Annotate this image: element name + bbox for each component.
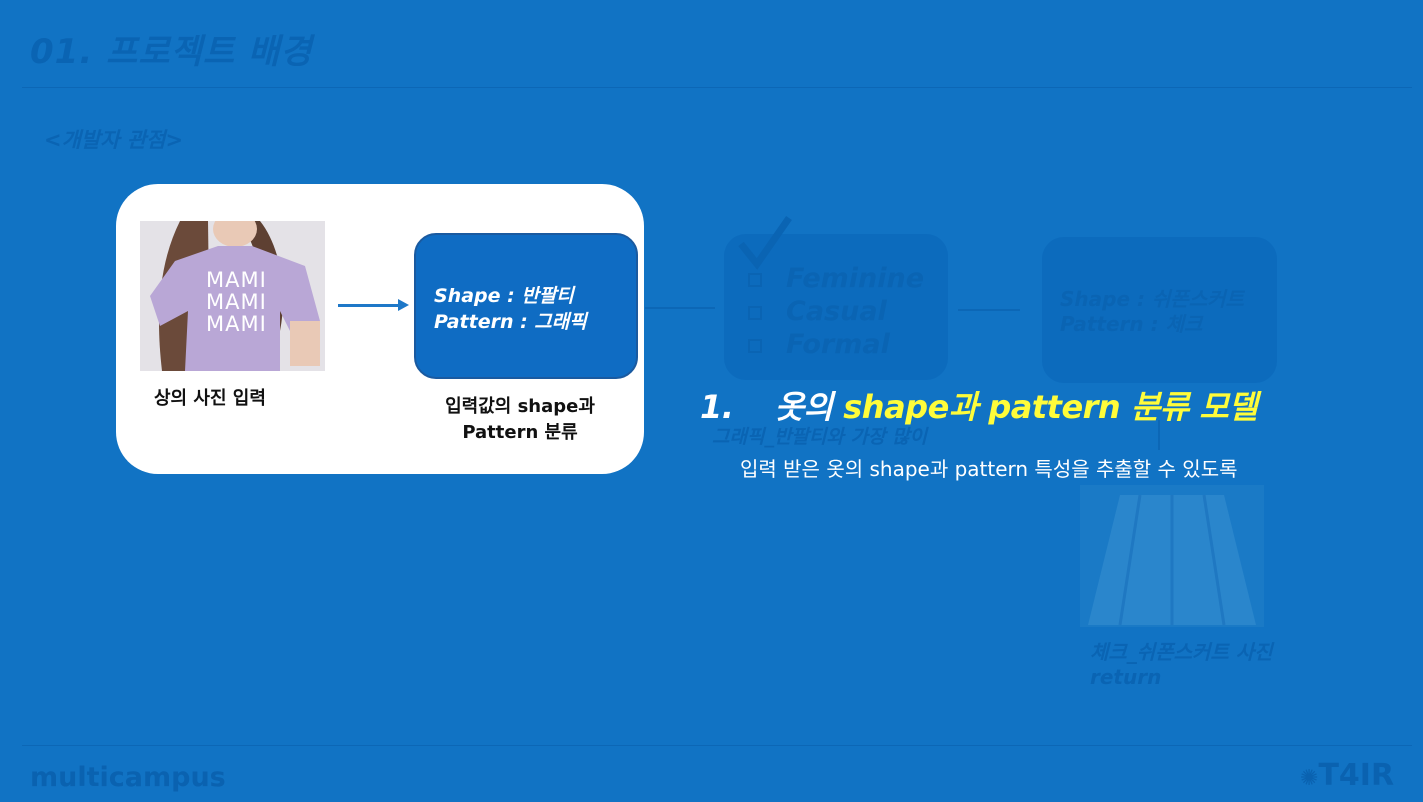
arrow-line [338, 304, 398, 307]
heading-white-text: 옷의 [774, 388, 833, 426]
header-divider [22, 87, 1412, 88]
arrow-right-icon [398, 299, 409, 311]
model-heading: 1. 옷의 shape과 pattern 분류 모델 [700, 382, 1258, 428]
checkbox-icon [748, 339, 762, 353]
shirt-photo: MAMI MAMI MAMI [140, 221, 325, 371]
footer-divider [22, 745, 1412, 746]
style-option-formal: Formal [748, 328, 924, 361]
skirt-image [1088, 494, 1256, 626]
model-description: 입력 받은 옷의 shape과 pattern 특성을 추출할 수 있도록 [740, 457, 1238, 481]
classification-result-box: Shape : 반팔티 Pattern : 그래픽 [414, 233, 638, 379]
slide-title: 01. 프로젝트 배경 [30, 32, 313, 72]
slide-subtitle: <개발자 관점> [44, 128, 184, 152]
multicampus-logo: multicampus [30, 762, 226, 793]
ghost-arrow-line [645, 307, 715, 309]
ghost-arrow-line-2 [958, 309, 1020, 311]
photo-caption: 상의 사진 입력 [154, 388, 266, 409]
style-option-casual: Casual [748, 295, 924, 328]
t4ir-logo: ✺T4IR [1300, 758, 1395, 793]
checkbox-icon [748, 306, 762, 320]
return-caption: 체크_쉬폰스커트 사진 return [1090, 640, 1273, 689]
style-option-feminine: Feminine [748, 262, 924, 295]
result-caption: 입력값의 shape과 Pattern 분류 [445, 396, 595, 443]
brain-icon: ✺ [1300, 766, 1319, 791]
heading-yellow-text: shape과 pattern 분류 모델 [843, 388, 1258, 426]
shirt-print: MAMI MAMI MAMI [206, 268, 267, 336]
result-shape: Shape : 반팔티 [434, 285, 574, 307]
style-options-list: Feminine Casual Formal [748, 262, 924, 361]
skirt-photo [1080, 485, 1264, 627]
heading-number: 1. [700, 388, 734, 426]
checkbox-icon [748, 273, 762, 287]
match-box-text: Shape : 쉬폰스커트 Pattern : 체크 [1060, 287, 1244, 336]
result-pattern: Pattern : 그래픽 [434, 311, 587, 333]
